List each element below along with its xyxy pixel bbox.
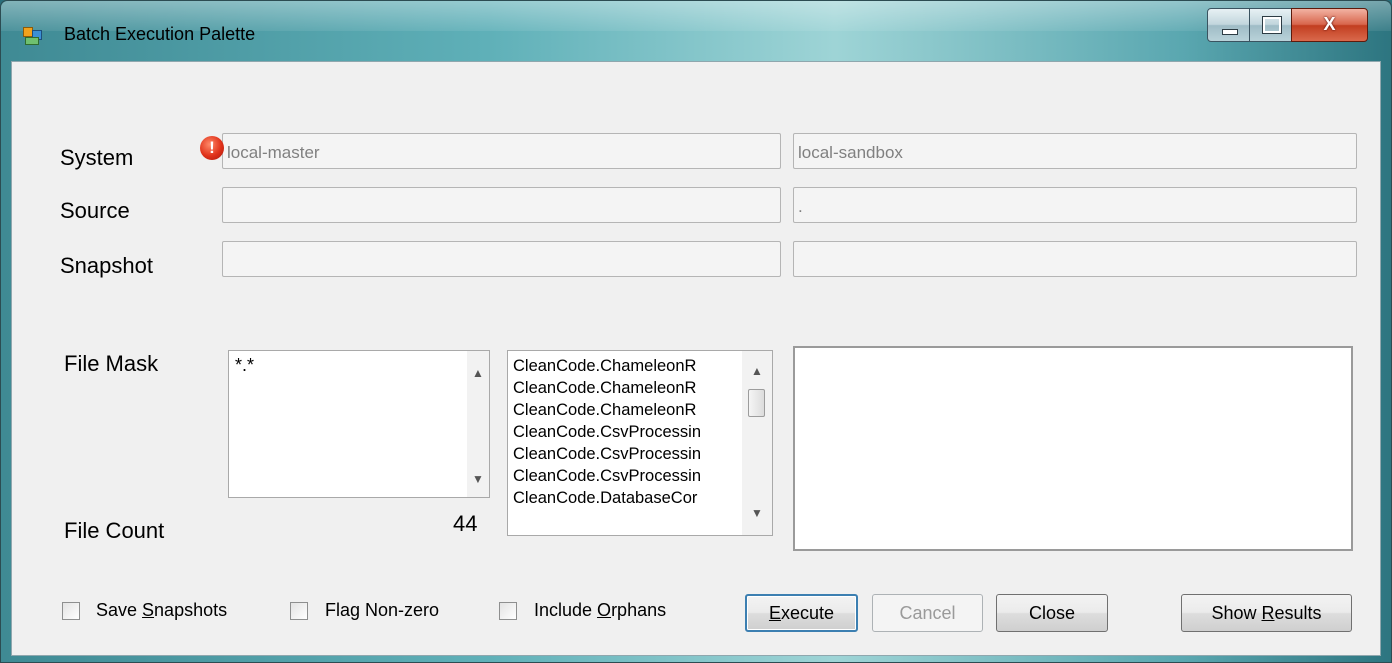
include-orphans-checkbox[interactable] [499, 602, 517, 620]
app-window: Batch Execution Palette X System Source … [0, 0, 1392, 663]
list-item[interactable]: CleanCode.ChameleonR [513, 399, 741, 421]
system-left-field[interactable]: local-master [222, 133, 781, 169]
app-icon[interactable] [23, 27, 42, 45]
save-snapshots-checkbox[interactable] [62, 602, 80, 620]
file-listbox[interactable]: CleanCode.ChameleonR CleanCode.Chameleon… [507, 350, 773, 536]
save-snapshots-label[interactable]: Save Snapshots [96, 600, 227, 621]
list-item[interactable]: CleanCode.CsvProcessin [513, 443, 741, 465]
minimize-button[interactable] [1207, 8, 1250, 42]
scroll-down-icon[interactable]: ▼ [467, 467, 489, 491]
scroll-up-icon[interactable]: ▲ [467, 361, 489, 385]
source-label: Source [60, 198, 130, 223]
scroll-down-icon[interactable]: ▼ [742, 501, 772, 525]
flag-nonzero-label[interactable]: Flag Non-zero [325, 600, 439, 621]
window-title: Batch Execution Palette [64, 24, 256, 44]
show-results-button[interactable]: Show Results [1181, 594, 1352, 632]
source-left-field[interactable] [222, 187, 781, 223]
file-list-scrollbar[interactable]: ▲ ▼ [742, 351, 772, 535]
maximize-icon [1262, 16, 1282, 34]
scroll-thumb[interactable] [748, 389, 765, 417]
flag-nonzero-checkbox[interactable] [290, 602, 308, 620]
scroll-up-icon[interactable]: ▲ [742, 359, 772, 383]
system-label: System [60, 145, 134, 170]
close-window-button[interactable]: X [1291, 8, 1368, 42]
list-item[interactable]: CleanCode.CsvProcessin [513, 421, 741, 443]
list-item[interactable]: CleanCode.ChameleonR [513, 377, 741, 399]
file-mask-value: *.* [235, 355, 255, 375]
file-mask-scrollbar[interactable]: ▲ ▼ [467, 351, 489, 497]
file-count-label: File Count [64, 518, 165, 543]
file-count-value: 44 [453, 511, 478, 536]
execute-button[interactable]: Execute [745, 594, 858, 632]
system-right-field[interactable]: local-sandbox [793, 133, 1357, 169]
cancel-button[interactable]: Cancel [872, 594, 983, 632]
close-icon: X [1323, 14, 1336, 34]
snapshot-right-field[interactable] [793, 241, 1357, 277]
error-icon: ! [200, 136, 224, 160]
snapshot-left-field[interactable] [222, 241, 781, 277]
source-right-field[interactable]: . [793, 187, 1357, 223]
list-item[interactable]: CleanCode.CsvProcessin [513, 465, 741, 487]
results-textbox[interactable] [793, 346, 1353, 551]
title-bar[interactable]: Batch Execution Palette X [1, 1, 1391, 61]
maximize-button[interactable] [1249, 8, 1292, 42]
file-mask-label: File Mask [64, 351, 159, 376]
file-mask-textbox[interactable]: *.* ▲ ▼ [228, 350, 490, 498]
minimize-icon [1222, 29, 1238, 35]
snapshot-label: Snapshot [60, 253, 153, 278]
close-button[interactable]: Close [996, 594, 1108, 632]
list-item[interactable]: CleanCode.ChameleonR [513, 355, 741, 377]
list-item[interactable]: CleanCode.DatabaseCor [513, 487, 741, 509]
include-orphans-label[interactable]: Include Orphans [534, 600, 666, 621]
